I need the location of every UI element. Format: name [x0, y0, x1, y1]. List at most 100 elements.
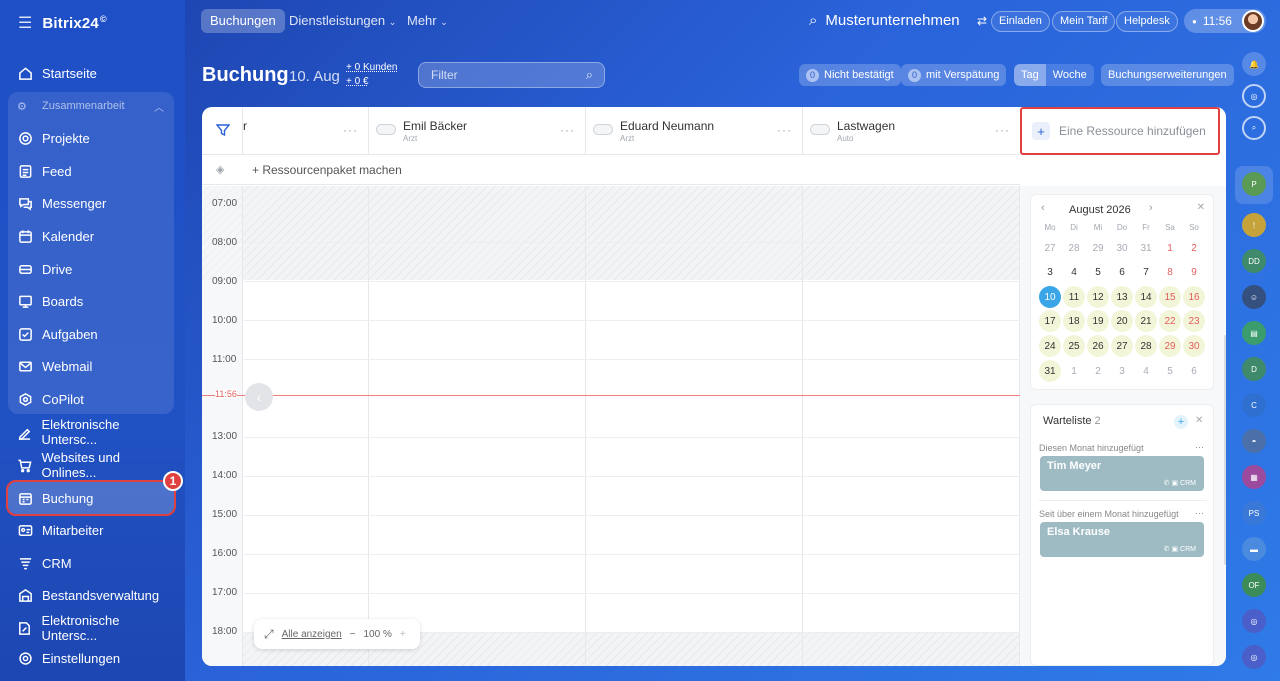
sidebar-item-einstellungen[interactable]: Einstellungen: [8, 642, 174, 674]
info-icon[interactable]: !: [1242, 213, 1266, 237]
sidebar-item-bestandsverwaltung[interactable]: Bestandsverwaltung: [8, 579, 174, 611]
chevron-left-icon[interactable]: ‹: [1041, 202, 1045, 214]
more-icon[interactable]: ···: [343, 123, 358, 137]
show-all-link[interactable]: Alle anzeigen: [282, 629, 342, 640]
resource-toggle[interactable]: [376, 124, 396, 135]
group-avatar-icon[interactable]: ◓: [1242, 429, 1266, 453]
sidebar-item-messenger[interactable]: Messenger: [8, 187, 174, 219]
calendar-day[interactable]: 12: [1087, 286, 1109, 308]
calendar-day[interactable]: 29: [1159, 335, 1181, 357]
collapse-icon[interactable]: ✕: [1197, 202, 1205, 213]
calendar-day[interactable]: 31: [1135, 237, 1157, 259]
sidebar-item-boards[interactable]: Boards: [8, 285, 174, 317]
sidebar-group-header[interactable]: ⚙ Zusammenarbeit ︿: [8, 92, 174, 120]
page-date[interactable]: 10. Aug: [289, 68, 340, 85]
revenue-stat[interactable]: + 0 €: [346, 75, 397, 89]
calendar-day[interactable]: 15: [1159, 286, 1181, 308]
sidebar-item-websites[interactable]: Websites und Onlines...: [8, 449, 174, 481]
calendar-day[interactable]: 7: [1135, 261, 1157, 283]
user-avatar[interactable]: [1241, 10, 1264, 32]
sidebar-item-kalender[interactable]: Kalender: [8, 220, 174, 252]
calendar-day[interactable]: 4: [1135, 360, 1157, 382]
rail-avatar-ps[interactable]: PS: [1242, 501, 1266, 525]
copilot-rail-icon-3[interactable]: ◎: [1242, 645, 1266, 669]
calendar-day[interactable]: 25: [1063, 335, 1085, 357]
calendar-day[interactable]: 27: [1039, 237, 1061, 259]
more-icon[interactable]: ···: [995, 123, 1010, 137]
contact-card-icon[interactable]: ▤: [1242, 321, 1266, 345]
scroll-left-button[interactable]: ‹: [245, 383, 273, 411]
expand-icon[interactable]: ⤢: [264, 627, 274, 642]
sidebar-item-copilot[interactable]: CoPilot: [8, 383, 174, 415]
calendar-day[interactable]: 13: [1111, 286, 1133, 308]
helpdesk-button[interactable]: Helpdesk: [1116, 11, 1178, 32]
sidebar-item-mitarbeiter[interactable]: Mitarbeiter: [8, 514, 174, 546]
calendar-day[interactable]: 1: [1063, 360, 1085, 382]
tab-buchungen[interactable]: Buchungen: [201, 9, 285, 33]
sidebar-item-webmail[interactable]: Webmail: [8, 350, 174, 382]
zoom-in-button[interactable]: +: [400, 629, 406, 640]
calendar-day[interactable]: 5: [1159, 360, 1181, 382]
filter-input[interactable]: Filter ⌕: [418, 62, 605, 88]
rail-avatar-person[interactable]: ☺: [1242, 285, 1266, 309]
resource-toggle[interactable]: [810, 124, 830, 135]
calendar-day[interactable]: 2: [1183, 237, 1205, 259]
calendar-day[interactable]: 16: [1183, 286, 1205, 308]
extensions-button[interactable]: Buchungserweiterungen: [1101, 64, 1234, 86]
calendar-day[interactable]: 9: [1183, 261, 1205, 283]
calendar-day[interactable]: 4: [1063, 261, 1085, 283]
calendar-day[interactable]: 17: [1039, 310, 1061, 332]
rail-avatar-of[interactable]: OF: [1242, 573, 1266, 597]
calendar-day[interactable]: 3: [1039, 261, 1061, 283]
not-confirmed-filter[interactable]: 0 Nicht bestätigt: [799, 64, 901, 86]
rail-avatar-d[interactable]: D: [1242, 357, 1266, 381]
add-waitlist-button[interactable]: +: [1174, 415, 1188, 429]
calendar-day[interactable]: 2: [1087, 360, 1109, 382]
bell-icon[interactable]: 🔔: [1242, 52, 1266, 76]
calendar-day[interactable]: 26: [1087, 335, 1109, 357]
calendar-day[interactable]: 30: [1183, 335, 1205, 357]
more-icon[interactable]: ···: [1195, 442, 1204, 452]
sidebar-item-feed[interactable]: Feed: [8, 155, 174, 187]
sidebar-item-drive[interactable]: Drive: [8, 253, 174, 285]
resource-column[interactable]: r ···: [242, 107, 368, 155]
menu-icon[interactable]: ☰: [18, 13, 32, 33]
calendar-day[interactable]: 29: [1087, 237, 1109, 259]
calendar-day[interactable]: 5: [1087, 261, 1109, 283]
calendar-day[interactable]: 10: [1039, 286, 1061, 308]
calendar-day[interactable]: 11: [1063, 286, 1085, 308]
calendar-day[interactable]: 1: [1159, 237, 1181, 259]
calendar-rail-icon[interactable]: ▦: [1242, 465, 1266, 489]
copilot-rail-icon[interactable]: ◎: [1242, 84, 1266, 108]
resource-column[interactable]: Eduard Neumann Arzt ···: [585, 107, 802, 155]
company-search[interactable]: ⌕ Musterunternehmen: [809, 12, 960, 29]
calendar-day[interactable]: 28: [1135, 335, 1157, 357]
copilot-rail-icon-2[interactable]: ◎: [1242, 609, 1266, 633]
calendar-day[interactable]: 6: [1111, 261, 1133, 283]
tab-mehr[interactable]: Mehr ⌄: [398, 9, 457, 33]
clock-widget[interactable]: ● 11:56: [1184, 9, 1266, 33]
invite-button[interactable]: Einladen: [991, 11, 1050, 32]
calendar-day[interactable]: 14: [1135, 286, 1157, 308]
chat-rail-icon[interactable]: ▬: [1242, 537, 1266, 561]
calendar-day[interactable]: 6: [1183, 360, 1205, 382]
calendar-day[interactable]: 27: [1111, 335, 1133, 357]
resource-column[interactable]: Emil Bäcker Arzt ···: [368, 107, 585, 155]
sidebar-item-aufgaben[interactable]: Aufgaben: [8, 318, 174, 350]
logo[interactable]: Bitrix24©: [42, 14, 106, 32]
calendar-day[interactable]: 19: [1087, 310, 1109, 332]
search-icon[interactable]: ⌕: [586, 63, 593, 87]
calendar-day[interactable]: 24: [1039, 335, 1061, 357]
filter-icon[interactable]: [216, 123, 230, 137]
zoom-out-button[interactable]: −: [350, 629, 356, 640]
view-day-button[interactable]: Tag: [1014, 64, 1046, 86]
scrollbar[interactable]: [1224, 335, 1226, 565]
sidebar-item-startseite[interactable]: Startseite: [8, 57, 174, 89]
calendar-day[interactable]: 21: [1135, 310, 1157, 332]
calendar-day[interactable]: 30: [1111, 237, 1133, 259]
tariff-button[interactable]: Mein Tarif: [1052, 11, 1116, 32]
rail-avatar-c[interactable]: C: [1242, 393, 1266, 417]
view-week-button[interactable]: Woche: [1046, 64, 1094, 86]
resource-toggle[interactable]: [593, 124, 613, 135]
rail-avatar-dd[interactable]: DD: [1242, 249, 1266, 273]
